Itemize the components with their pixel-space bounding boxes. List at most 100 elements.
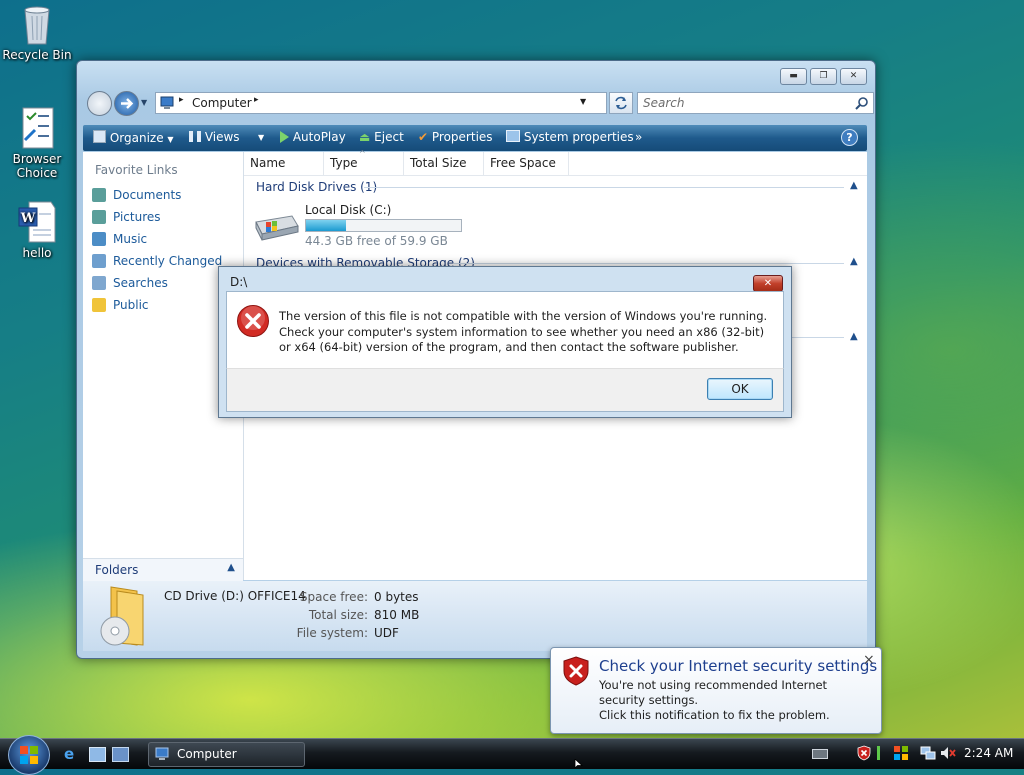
search-placeholder: Search — [643, 96, 685, 110]
taskbar-button-computer[interactable]: Computer — [148, 742, 305, 767]
keyboard-icon[interactable] — [812, 749, 828, 759]
help-icon[interactable]: ? — [841, 129, 858, 146]
sort-arrow-icon: ^ — [359, 149, 366, 158]
dialog-close-button[interactable]: ✕ — [753, 275, 783, 292]
desktop-icon-recycle-bin[interactable]: Recycle Bin — [2, 2, 72, 62]
autoplay-button[interactable]: AutoPlay — [280, 130, 346, 144]
space-free-label: Space free: — [299, 590, 368, 604]
system-properties-button[interactable]: System properties — [506, 130, 634, 144]
views-button[interactable]: Views — [189, 130, 240, 144]
desktop-icon-label: hello — [22, 246, 52, 260]
desktop-icon-hello[interactable]: W hello — [2, 200, 72, 260]
more-commands-button[interactable]: » — [635, 130, 642, 144]
computer-icon — [160, 96, 174, 109]
history-dropdown[interactable]: ▼ — [141, 98, 147, 107]
nav-link-documents[interactable]: Documents — [113, 188, 181, 202]
file-system-label: File system: — [296, 626, 368, 640]
column-header-name[interactable]: Name — [244, 152, 324, 175]
dialog-footer: OK — [226, 368, 784, 412]
mouse-cursor-icon — [574, 759, 584, 768]
checkmark-icon: ✔ — [418, 130, 429, 144]
back-button[interactable] — [87, 91, 112, 116]
searches-icon — [92, 276, 106, 290]
dialog-title: D:\ — [230, 275, 248, 289]
taskbar-button-label: Computer — [177, 747, 237, 761]
music-icon — [92, 232, 106, 246]
drive-local-disk-c[interactable]: Local Disk (C:) 44.3 GB free of 59.9 GB — [250, 202, 550, 248]
forward-button[interactable] — [114, 91, 139, 116]
drive-name: Local Disk (C:) — [305, 203, 392, 217]
nav-link-recently-changed[interactable]: Recently Changed — [113, 254, 222, 268]
desktop-icon-label: Recycle Bin — [2, 48, 72, 62]
play-icon — [280, 131, 289, 143]
views-dropdown[interactable]: ▼ — [258, 133, 264, 142]
group-hard-disk-drives[interactable]: Hard Disk Drives (1) — [256, 180, 377, 194]
volume-muted-icon[interactable] — [940, 745, 956, 761]
start-button[interactable] — [8, 735, 50, 775]
total-size-value: 810 MB — [374, 608, 420, 622]
collapse-group-icon[interactable]: ▲ — [850, 256, 858, 267]
windows-logo-icon — [20, 746, 38, 764]
close-button[interactable]: ✕ — [840, 68, 867, 85]
internet-explorer-icon[interactable]: e — [64, 746, 80, 762]
svg-text:W: W — [20, 211, 36, 226]
word-document-icon: W — [15, 200, 59, 244]
properties-button[interactable]: ✔ Properties — [418, 130, 493, 144]
command-bar: Organize ▼ Views ▼ AutoPlay ⏏ Eject ✔ Pr… — [83, 125, 867, 151]
show-desktop-icon[interactable] — [89, 747, 106, 762]
desktop-icon-browser-choice[interactable]: Browser Choice — [2, 106, 72, 180]
refresh-icon — [615, 96, 627, 110]
switch-windows-icon[interactable] — [112, 747, 129, 762]
details-pane: CD Drive (D:) OFFICE14 Space free: 0 byt… — [83, 581, 867, 651]
nav-link-music[interactable]: Music — [113, 232, 147, 246]
search-icon[interactable] — [855, 96, 869, 110]
network-icon[interactable] — [920, 745, 936, 761]
column-header-free-space[interactable]: Free Space — [484, 152, 569, 175]
eject-button[interactable]: ⏏ Eject — [359, 130, 404, 144]
search-input[interactable]: Search — [637, 92, 874, 114]
organize-button[interactable]: Organize ▼ — [93, 130, 174, 145]
breadcrumb-computer[interactable]: Computer — [192, 96, 252, 110]
nav-link-searches[interactable]: Searches — [113, 276, 168, 290]
organize-icon — [93, 130, 106, 143]
breadcrumb-separator-icon[interactable]: ▸ — [254, 95, 259, 105]
collapse-group-icon[interactable]: ▲ — [850, 180, 858, 191]
cd-drive-icon — [100, 586, 144, 646]
eject-label: Eject — [374, 130, 404, 144]
computer-icon — [155, 747, 169, 760]
file-system-value: UDF — [374, 626, 399, 640]
refresh-button[interactable] — [609, 92, 633, 114]
address-bar[interactable]: ▸ Computer ▸ ▼ — [155, 92, 607, 114]
notification-close-button[interactable]: × — [863, 652, 875, 668]
minimize-button[interactable]: ▬ — [780, 68, 807, 85]
space-free-value: 0 bytes — [374, 590, 419, 604]
desktop-icon-label: Browser Choice — [12, 152, 62, 180]
update-icon[interactable] — [877, 746, 888, 760]
drive-usage-bar — [305, 219, 462, 232]
nav-link-public[interactable]: Public — [113, 298, 149, 312]
notification-title: Check your Internet security settings — [599, 657, 878, 675]
clock[interactable]: 2:24 AM — [964, 746, 1013, 760]
arrow-right-icon — [121, 98, 134, 109]
security-alert-icon[interactable] — [857, 745, 871, 761]
collapse-group-icon[interactable]: ▲ — [850, 331, 858, 342]
drive-usage-fill — [306, 220, 347, 231]
notification-line1: You're not using recommended Internet se… — [599, 678, 828, 707]
security-notification[interactable]: Check your Internet security settings × … — [550, 647, 882, 734]
maximize-button[interactable]: ❐ — [810, 68, 837, 85]
ok-button[interactable]: OK — [707, 378, 773, 400]
hard-drive-icon — [255, 215, 299, 241]
folders-toggle[interactable]: Folders ▲ — [83, 558, 243, 582]
error-dialog: D:\ ✕ The version of this file is not co… — [218, 266, 792, 418]
folders-label: Folders — [95, 563, 139, 577]
window-caption-buttons: ▬ ❐ ✕ — [780, 68, 867, 85]
column-header-total-size[interactable]: Total Size — [404, 152, 484, 175]
windows-flag-icon[interactable] — [893, 745, 909, 761]
total-size-label: Total size: — [308, 608, 368, 622]
chevron-up-icon: ▲ — [227, 562, 235, 573]
address-dropdown-icon[interactable]: ▼ — [580, 97, 586, 106]
public-folder-icon — [92, 298, 106, 312]
views-icon — [189, 131, 201, 142]
address-row: ▼ ▸ Computer ▸ ▼ Search — [85, 90, 874, 116]
nav-link-pictures[interactable]: Pictures — [113, 210, 161, 224]
